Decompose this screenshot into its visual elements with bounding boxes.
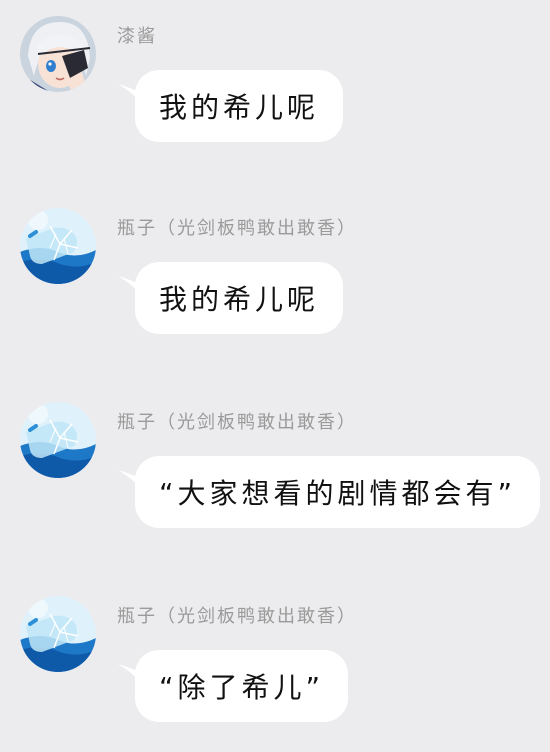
avatar[interactable] [20,16,96,92]
bottle-in-water-avatar-icon [20,402,96,478]
bottle-in-water-avatar-icon [20,208,96,284]
message-bubble[interactable]: 我的希儿呢 [135,70,344,142]
avatar[interactable] [20,596,96,672]
message-bubble[interactable]: 我的希儿呢 [135,262,344,334]
sender-name: 瓶子（光剑板鸭敢出敢香） [117,412,357,433]
sender-name: 漆酱 [117,26,157,47]
message-bubble[interactable]: “大家想看的剧情都会有” [135,456,541,528]
message-bubble[interactable]: “除了希儿” [135,650,349,722]
avatar[interactable] [20,402,96,478]
sender-name: 瓶子（光剑板鸭敢出敢香） [117,606,357,627]
bottle-in-water-avatar-icon [20,596,96,672]
avatar[interactable] [20,208,96,284]
sender-name: 瓶子（光剑板鸭敢出敢香） [117,218,357,239]
white-haired-anime-girl-avatar-icon [20,16,96,92]
